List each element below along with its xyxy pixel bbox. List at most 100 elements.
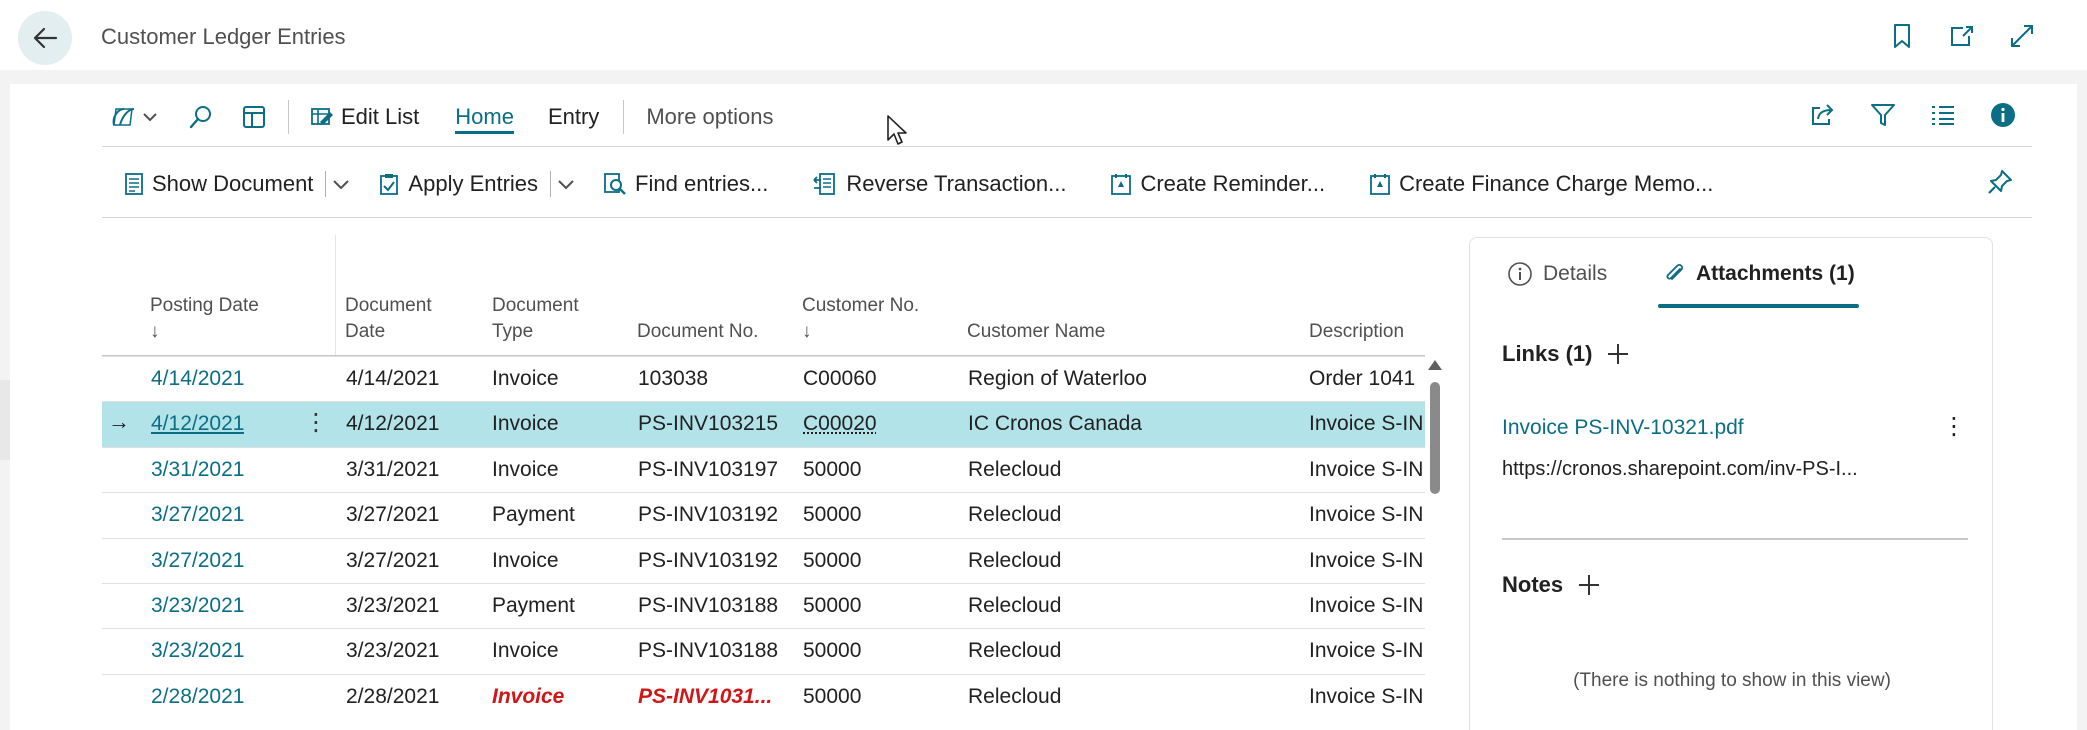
- cell-customer-no[interactable]: 50000: [803, 549, 861, 573]
- cell-posting-date[interactable]: 2/28/2021: [151, 685, 244, 709]
- grid-vertical-scrollbar[interactable]: [1428, 360, 1442, 730]
- list-icon: [1932, 105, 1954, 125]
- header-document-type-label-1: Document: [492, 295, 579, 316]
- notes-section-header: Notes: [1502, 572, 1601, 598]
- tab-home-label: Home: [455, 104, 514, 129]
- cell-posting-date[interactable]: 3/27/2021: [151, 549, 244, 573]
- header-customer-no[interactable]: Customer No. ↓: [802, 293, 919, 345]
- cell-document-date: 4/12/2021: [346, 412, 440, 436]
- cell-customer-no[interactable]: 50000: [803, 639, 861, 663]
- reverse-transaction-button[interactable]: Reverse Transaction...: [812, 160, 1066, 208]
- list-view-button[interactable]: [1930, 104, 1956, 131]
- table-row[interactable]: 3/31/2021 3/31/2021 Invoice PS-INV103197…: [102, 446, 1425, 492]
- cell-customer-name: Relecloud: [968, 593, 1062, 617]
- add-link-plus-icon[interactable]: [1606, 342, 1630, 366]
- search-icon: [189, 106, 211, 129]
- back-button[interactable]: [18, 11, 72, 65]
- scroll-up-arrow-icon[interactable]: [1428, 360, 1442, 370]
- filter-pane-icon: [112, 108, 135, 126]
- filter-button[interactable]: [1870, 102, 1896, 133]
- split-separator: [550, 171, 552, 197]
- attachment-link[interactable]: Invoice PS-INV-10321.pdf: [1502, 416, 1744, 440]
- cell-posting-date[interactable]: 3/27/2021: [151, 503, 244, 527]
- link-actions-kebab-icon[interactable]: ⋮: [1942, 412, 1966, 441]
- create-reminder-button[interactable]: Create Reminder...: [1110, 160, 1325, 208]
- cell-document-date: 3/27/2021: [346, 503, 440, 527]
- expand-button[interactable]: [2007, 18, 2037, 54]
- cell-document-date: 3/27/2021: [346, 548, 440, 572]
- create-finance-charge-memo-button[interactable]: Create Finance Charge Memo...: [1369, 160, 1713, 208]
- cell-document-type: Payment: [492, 503, 575, 527]
- attachment-url: https://cronos.sharepoint.com/inv-PS-I..…: [1502, 458, 1858, 480]
- cell-document-date: 2/28/2021: [346, 684, 440, 708]
- find-entries-icon: [604, 173, 626, 195]
- tab-entry[interactable]: Entry: [548, 92, 599, 142]
- tab-attachments-label: Attachments (1): [1696, 262, 1855, 285]
- apply-entries-button[interactable]: Apply Entries: [378, 160, 552, 208]
- ledger-entries-grid: Posting Date ↓ Document Date Document Ty…: [102, 235, 1425, 730]
- open-new-window-button[interactable]: [1947, 18, 1977, 54]
- filter-pane-toggle[interactable]: [110, 92, 158, 142]
- cell-posting-date[interactable]: 4/12/2021: [151, 412, 244, 436]
- pin-action-bar-button[interactable]: [1986, 168, 2014, 201]
- apply-entries-icon: [380, 174, 399, 195]
- page-title: Customer Ledger Entries: [101, 24, 346, 49]
- apply-entries-dropdown[interactable]: [557, 160, 575, 208]
- links-divider: [1502, 538, 1968, 540]
- table-row[interactable]: 2/28/2021 2/28/2021 Invoice PS-INV1031..…: [102, 673, 1425, 719]
- cell-document-no: PS-INV103188: [638, 639, 779, 663]
- more-options-button[interactable]: More options: [646, 92, 773, 142]
- show-document-button[interactable]: Show Document: [124, 160, 327, 208]
- table-row[interactable]: 3/23/2021 3/23/2021 Invoice PS-INV103188…: [102, 628, 1425, 673]
- reminder-icon: [1111, 174, 1132, 195]
- cell-customer-name: Relecloud: [968, 457, 1062, 481]
- action-bar: Edit List Home Entry More options: [110, 92, 2030, 142]
- info-outline-icon: [1508, 262, 1532, 286]
- cell-posting-date[interactable]: 4/14/2021: [151, 367, 244, 391]
- table-row-selected[interactable]: → 4/12/2021 ⋮ 4/12/2021 Invoice PS-INV10…: [102, 401, 1425, 447]
- personalize-button[interactable]: [242, 92, 266, 142]
- row-actions-kebab-icon[interactable]: ⋮: [304, 408, 328, 437]
- command-bar-divider: [102, 217, 2032, 218]
- cell-customer-no[interactable]: 50000: [803, 594, 861, 618]
- bookmark-button[interactable]: [1887, 18, 1917, 54]
- cell-document-type: Invoice: [492, 639, 559, 663]
- cell-document-type: Invoice: [492, 367, 559, 390]
- table-row[interactable]: 3/27/2021 3/27/2021 Payment PS-INV103192…: [102, 492, 1425, 537]
- separator: [623, 100, 625, 134]
- cell-posting-date[interactable]: 3/23/2021: [151, 594, 244, 618]
- sort-arrow-icon: ↓: [150, 321, 160, 342]
- scrollbar-thumb[interactable]: [1430, 382, 1440, 494]
- share-button[interactable]: [1810, 103, 1836, 132]
- tab-attachments[interactable]: Attachments (1): [1662, 261, 1855, 287]
- cell-customer-no[interactable]: 50000: [803, 503, 861, 527]
- edit-list-button[interactable]: Edit List: [311, 92, 419, 142]
- search-button[interactable]: [188, 92, 214, 142]
- show-document-dropdown[interactable]: [332, 160, 350, 208]
- cell-customer-no[interactable]: 50000: [803, 458, 861, 482]
- table-row[interactable]: 3/27/2021 3/27/2021 Invoice PS-INV103192…: [102, 537, 1425, 583]
- cell-posting-date[interactable]: 3/31/2021: [151, 458, 244, 482]
- header-customer-name[interactable]: Customer Name: [967, 319, 1105, 345]
- create-reminder-label: Create Reminder...: [1140, 171, 1326, 196]
- header-description[interactable]: Description: [1309, 319, 1404, 345]
- reverse-transaction-icon: [813, 173, 836, 195]
- cell-customer-no[interactable]: C00020: [803, 412, 877, 436]
- header-document-no[interactable]: Document No.: [637, 319, 758, 345]
- table-row[interactable]: 3/23/2021 3/23/2021 Payment PS-INV103188…: [102, 582, 1425, 628]
- tab-home[interactable]: Home: [455, 92, 514, 142]
- header-document-date[interactable]: Document Date: [345, 293, 432, 345]
- cell-customer-no[interactable]: 50000: [803, 685, 861, 709]
- cell-customer-name: Region of Waterloo: [968, 367, 1147, 390]
- header-posting-date[interactable]: Posting Date ↓: [150, 293, 259, 345]
- tab-details[interactable]: Details: [1507, 261, 1607, 287]
- find-entries-button[interactable]: Find entries...: [603, 160, 768, 208]
- add-note-plus-icon[interactable]: [1577, 573, 1601, 597]
- factbox-info-button[interactable]: [1990, 102, 2016, 133]
- cell-posting-date[interactable]: 3/23/2021: [151, 639, 244, 663]
- cell-description: Invoice S-IN: [1309, 457, 1424, 481]
- cell-customer-no[interactable]: C00060: [803, 367, 877, 391]
- table-row[interactable]: 4/14/2021 4/14/2021 Invoice 103038 C0006…: [102, 356, 1425, 401]
- header-document-type[interactable]: Document Type: [492, 293, 579, 345]
- cell-document-type: Invoice: [492, 412, 559, 436]
